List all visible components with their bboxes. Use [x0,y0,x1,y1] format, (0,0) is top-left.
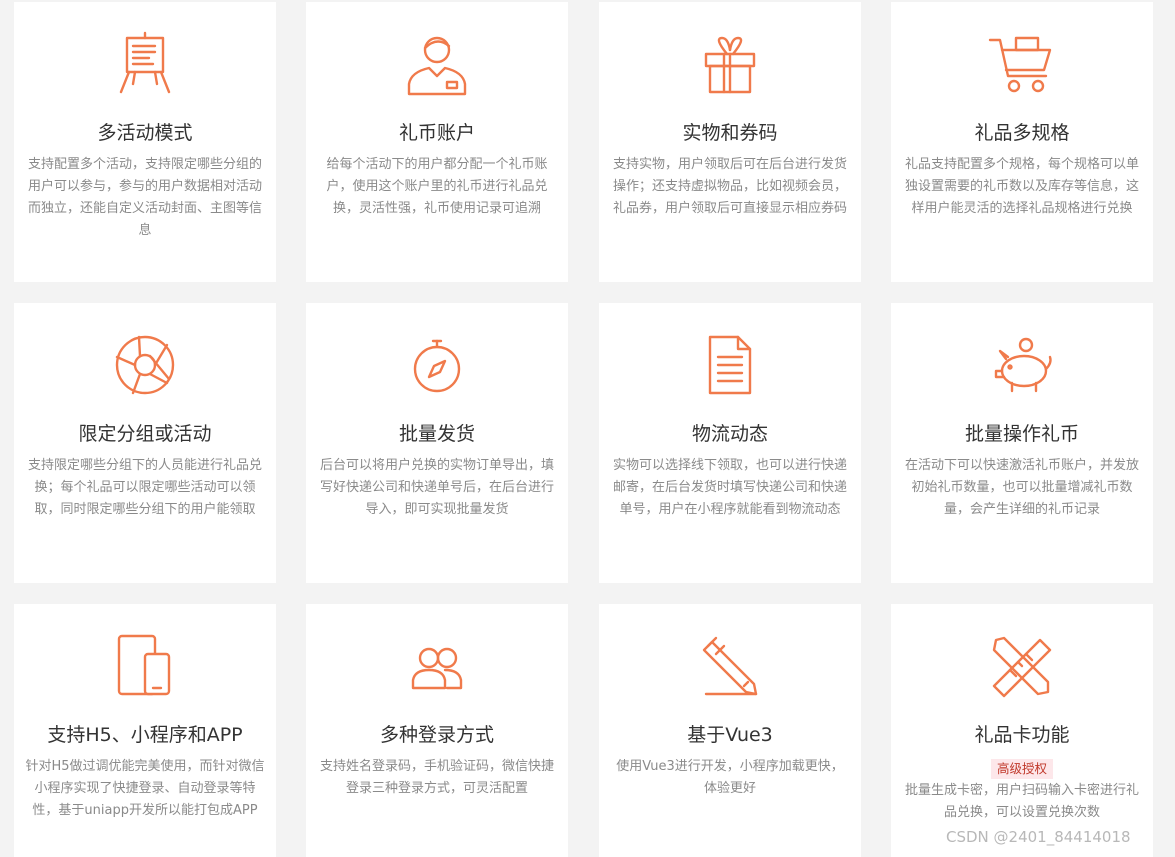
feature-card: 礼品多规格礼品支持配置多个规格，每个规格可以单独设置需要的礼币数以及库存等信息，… [891,2,1153,282]
document-icon [694,331,766,397]
piggy-bank-icon [986,331,1058,397]
watermark: CSDN @2401_84414018 [946,828,1131,846]
users-icon [401,632,473,698]
feature-card: 支持H5、小程序和APP 针对H5做过调优能完美使用，而针对微信小程序实现了快捷登… [14,604,276,857]
feature-title: 实物和券码 [682,122,778,144]
badge-premium: 高级授权 [990,759,1053,779]
feature-description: 支持姓名登录码，手机验证码，微信快捷登录三种登录方式，可灵活配置 [319,759,554,796]
feature-title: 礼币账户 [398,122,475,144]
tablet-phone-icon [109,632,181,698]
feature-description: 给每个活动下的用户都分配一个礼币账户，使用这个账户里的礼币进行礼品兑换，灵活性强… [326,157,548,216]
feature-title: 礼品多规格 [974,122,1070,144]
feature-card: 基于Vue3 使用Vue3进行开发，小程序加载更快，体验更好 [599,604,861,857]
feature-description: 针对H5做过调优能完美使用，而针对微信小程序实现了快捷登录、自动登录等特性，基于… [25,759,265,818]
feature-title: 多种登录方式 [379,724,494,746]
feature-card: 实物和券码支持实物，用户领取后可在后台进行发货操作；还支持虚拟物品，比如视频会员… [599,2,861,282]
feature-card: 限定分组或活动支持限定哪些分组下的人员能进行礼品兑换；每个礼品可以限定哪些活动可… [14,303,276,583]
feature-description: 实物可以选择线下领取，也可以进行快递邮寄，在后台发货时填写快递公司和快递单号，用… [612,458,847,517]
ruler-pencil-icon [986,632,1058,698]
feature-card: 批量发货后台可以将用户兑换的实物订单导出，填写好快递公司和快递单号后，在后台进行… [306,303,568,583]
user-id-icon [401,30,473,96]
feature-title: 礼品卡功能 [974,724,1070,746]
feature-card: 礼品卡功能高级授权批量生成卡密，用户扫码输入卡密进行礼品兑换，可以设置兑换次数 [891,604,1153,857]
feature-card: 多种登录方式支持姓名登录码，手机验证码，微信快捷登录三种登录方式，可灵活配置 [306,604,568,857]
feature-card: 多活动模式支持配置多个活动，支持限定哪些分组的用户可以参与，参与的用户数据相对活… [14,2,276,282]
feature-title: 批量操作礼币 [964,423,1079,445]
feature-card: 批量操作礼币在活动下可以快速激活礼币账户，并发放初始礼币数量，也可以批量增减礼币… [891,303,1153,583]
feature-title: 支持H5、小程序和APP [47,724,243,746]
feature-title: 多活动模式 [97,122,193,144]
feature-description: 批量生成卡密，用户扫码输入卡密进行礼品兑换，可以设置兑换次数 [904,783,1139,820]
easel-icon [109,30,181,96]
gift-icon [694,30,766,96]
feature-title: 物流动态 [691,423,768,445]
pencil-icon [694,632,766,698]
feature-title: 限定分组或活动 [78,423,212,445]
feature-card: 物流动态实物可以选择线下领取，也可以进行快递邮寄，在后台发货时填写快递公司和快递… [599,303,861,583]
aperture-icon [109,331,181,397]
feature-card: 礼币账户给每个活动下的用户都分配一个礼币账户，使用这个账户里的礼币进行礼品兑换，… [306,2,568,282]
feature-description: 后台可以将用户兑换的实物订单导出，填写好快递公司和快递单号后，在后台进行导入，即… [319,458,554,517]
compass-icon [401,331,473,397]
feature-description: 支持实物，用户领取后可在后台进行发货操作；还支持虚拟物品，比如视频会员，礼品券，… [612,157,847,216]
feature-description: 支持限定哪些分组下的人员能进行礼品兑换；每个礼品可以限定哪些活动可以领取，同时限… [27,458,262,517]
shopping-cart-icon [986,30,1058,96]
feature-description: 支持配置多个活动，支持限定哪些分组的用户可以参与，参与的用户数据相对活动而独立，… [27,157,262,238]
feature-description: 礼品支持配置多个规格，每个规格可以单独设置需要的礼币数以及库存等信息，这样用户能… [904,157,1139,216]
feature-description: 使用Vue3进行开发，小程序加载更快，体验更好 [616,759,844,796]
feature-description: 在活动下可以快速激活礼币账户，并发放初始礼币数量，也可以批量增减礼币数量，会产生… [904,458,1139,517]
feature-title: 基于Vue3 [687,724,773,746]
feature-title: 批量发货 [398,423,475,445]
